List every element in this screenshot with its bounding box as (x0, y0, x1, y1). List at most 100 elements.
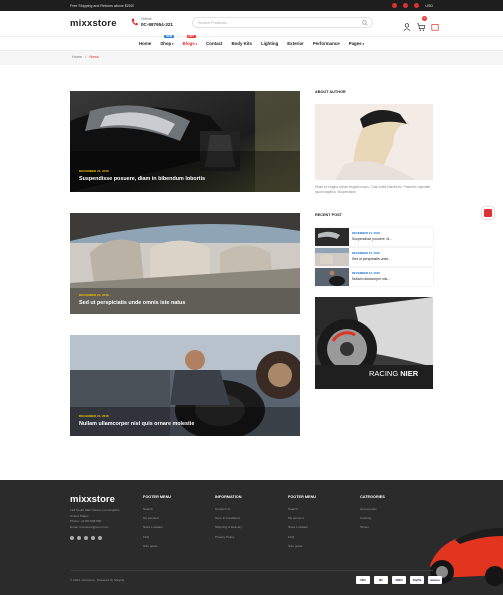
recent-post-item[interactable]: DECEMBER 24, 2018 Nullam ullamcorper nisl… (315, 268, 433, 286)
search-icon[interactable] (362, 20, 368, 26)
footer-column: INFORMATION Contact Us Term & Conditions Sh… (215, 495, 242, 542)
footer-link[interactable]: FAQ (288, 533, 316, 542)
nav-item-pages[interactable]: Pages ▾ (349, 41, 364, 46)
footer-link[interactable]: My account (288, 514, 316, 523)
footer-address: 123 South Main Street, Los Angeles United… (70, 508, 120, 529)
recent-post-thumb[interactable] (315, 268, 349, 286)
recent-post-title[interactable]: Suspendisse posuere, di... (352, 237, 392, 241)
logo[interactable]: mixxstore (70, 18, 117, 29)
instagram-icon[interactable] (91, 536, 95, 540)
post-title[interactable]: Sed ut perspiciatis unde omnis iste natu… (79, 300, 185, 306)
blog-post-card[interactable]: DECEMBER 24, 2018 Sed ut perspiciatis un… (70, 213, 300, 314)
wishlist-icon[interactable] (431, 23, 439, 31)
footer-link[interactable]: Store Location (143, 523, 171, 532)
footer-divider (70, 570, 433, 571)
chevron-down-icon: ▾ (194, 42, 198, 46)
author-bio: Etiam ex magna rutrum feugiat cursus. Cr… (315, 185, 431, 194)
copyright: © 2021, mixxstore. Powered by Shopify (70, 578, 125, 582)
hotline-number[interactable]: 0C-987654-321 (141, 22, 173, 27)
nav-item-label: Blogs (182, 41, 195, 46)
nav-badge: NEW (164, 35, 175, 38)
post-title[interactable]: Suspendisse posuere, diam in bibendum lo… (79, 176, 205, 182)
nav-item-contact[interactable]: Contact (206, 41, 222, 46)
twitter-icon[interactable] (77, 536, 81, 540)
hotline: Hotline: 0C-987654-321 (131, 17, 173, 27)
search-input[interactable]: Search Products... (192, 17, 373, 28)
nav-item-body-kits[interactable]: Body Kits (231, 41, 252, 46)
post-title[interactable]: Nullam ullamcorper nisl quis ornare mole… (79, 421, 194, 427)
nav-item-blogs[interactable]: Blogs ▾ HOT (182, 35, 198, 46)
footer-link[interactable]: Accessories (360, 505, 385, 514)
footer-link[interactable]: Size guide (288, 542, 316, 551)
cart-icon[interactable] (417, 23, 426, 31)
footer-column-heading: FOOTER MENU (288, 495, 317, 499)
user-icon[interactable] (403, 23, 411, 31)
recent-post-date: DECEMBER 24, 2018 (352, 271, 380, 275)
nav-item-exterior[interactable]: Exterior (287, 41, 304, 46)
promo-banner[interactable]: RACING NIER (315, 297, 433, 389)
payment-amex-icon: AMEX (392, 576, 406, 584)
nav-item-label: Exterior (287, 41, 304, 46)
footer-link[interactable]: FAQ (143, 533, 171, 542)
wishlist-float-button[interactable] (482, 207, 494, 219)
footer-logo[interactable]: mixxstore (70, 494, 115, 505)
payment-icons: VISA MC AMEX PayPal amazon (356, 576, 442, 584)
top-bar: Free Shipping and Returns above $200! US… (0, 0, 503, 11)
promo-text: RACING NIER (369, 369, 419, 378)
cart[interactable]: 0 (417, 16, 427, 36)
footer-link[interactable]: Shipping & Delivery (215, 523, 242, 532)
nav-item-performance[interactable]: Performance (313, 41, 340, 46)
instagram-icon[interactable] (392, 3, 398, 8)
post-date: DECEMBER 24, 2018 (79, 414, 109, 418)
youtube-icon[interactable] (98, 536, 102, 540)
footer-link[interactable]: Term & Conditions (215, 514, 242, 523)
nav-item-label: Contact (206, 41, 223, 46)
flag-icon[interactable] (414, 3, 420, 8)
footer-link[interactable]: Search (288, 505, 316, 514)
facebook-icon[interactable] (70, 536, 74, 540)
recent-post-date: DECEMBER 24, 2018 (352, 231, 380, 235)
footer-column-heading: INFORMATION (215, 495, 242, 499)
recent-post-title[interactable]: Nullam ullamcorper nisl... (352, 277, 390, 281)
currency-select[interactable]: USD (425, 4, 433, 8)
breadcrumb-separator: / (85, 55, 87, 59)
nav-item-shop[interactable]: Shop ▾ NEW (160, 35, 175, 46)
footer-link[interactable]: Shoes (360, 523, 385, 532)
footer-link[interactable]: Contact Us (215, 505, 242, 514)
nav-item-lighting[interactable]: Lighting (261, 41, 278, 46)
facebook-icon[interactable] (403, 3, 409, 8)
footer-link[interactable]: Privacy Policy (215, 533, 242, 542)
footer-column-heading: CATEGORIES (360, 495, 385, 499)
recent-post-date: DECEMBER 24, 2018 (352, 251, 380, 255)
payment-paypal-icon: PayPal (410, 576, 424, 584)
post-image-interior[interactable] (70, 213, 300, 314)
footer-link[interactable]: Clothing (360, 514, 385, 523)
footer-link[interactable]: Search (143, 505, 171, 514)
recent-post-item[interactable]: DECEMBER 24, 2018 Sed ut perspiciatis und… (315, 248, 433, 266)
breadcrumb: Home / News (0, 51, 503, 65)
footer-link[interactable]: Size guide (143, 542, 171, 551)
payment-visa-icon: VISA (356, 576, 370, 584)
nav-item-home[interactable]: Home (139, 41, 151, 46)
recent-post-item[interactable]: DECEMBER 24, 2018 Suspendisse posuere, di… (315, 228, 433, 246)
footer-link[interactable]: My account (143, 514, 171, 523)
header-icons: 0 (403, 16, 439, 36)
breadcrumb-home[interactable]: Home (72, 55, 82, 59)
social-links (70, 536, 102, 540)
post-date: DECEMBER 24, 2018 (79, 293, 109, 297)
nav-item-label: Lighting (260, 41, 279, 46)
blog-post-card[interactable]: DECEMBER 24, 2018 Nullam ullamcorper nis… (70, 335, 300, 436)
footer-column: FOOTER MENU Search My account Store Locatio… (288, 495, 316, 551)
header: mixxstore Hotline: 0C-987654-321 Search … (0, 11, 503, 37)
footer-link[interactable]: Store Location (288, 523, 316, 532)
recent-post-thumb[interactable] (315, 248, 349, 266)
footer-column-heading: FOOTER MENU (143, 495, 172, 499)
nav-badge: HOT (186, 35, 197, 38)
recent-post-thumb[interactable] (315, 228, 349, 246)
footer-column: CATEGORIES Accessories Clothing Shoes (360, 495, 385, 533)
blog-post-card[interactable]: DECEMBER 24, 2018 Suspendisse posuere, d… (70, 91, 300, 192)
pinterest-icon[interactable] (84, 536, 88, 540)
recent-post-title[interactable]: Sed ut perspiciatis unde... (352, 257, 391, 261)
post-date: DECEMBER 24, 2018 (79, 169, 109, 173)
breadcrumb-current: News (89, 55, 99, 59)
